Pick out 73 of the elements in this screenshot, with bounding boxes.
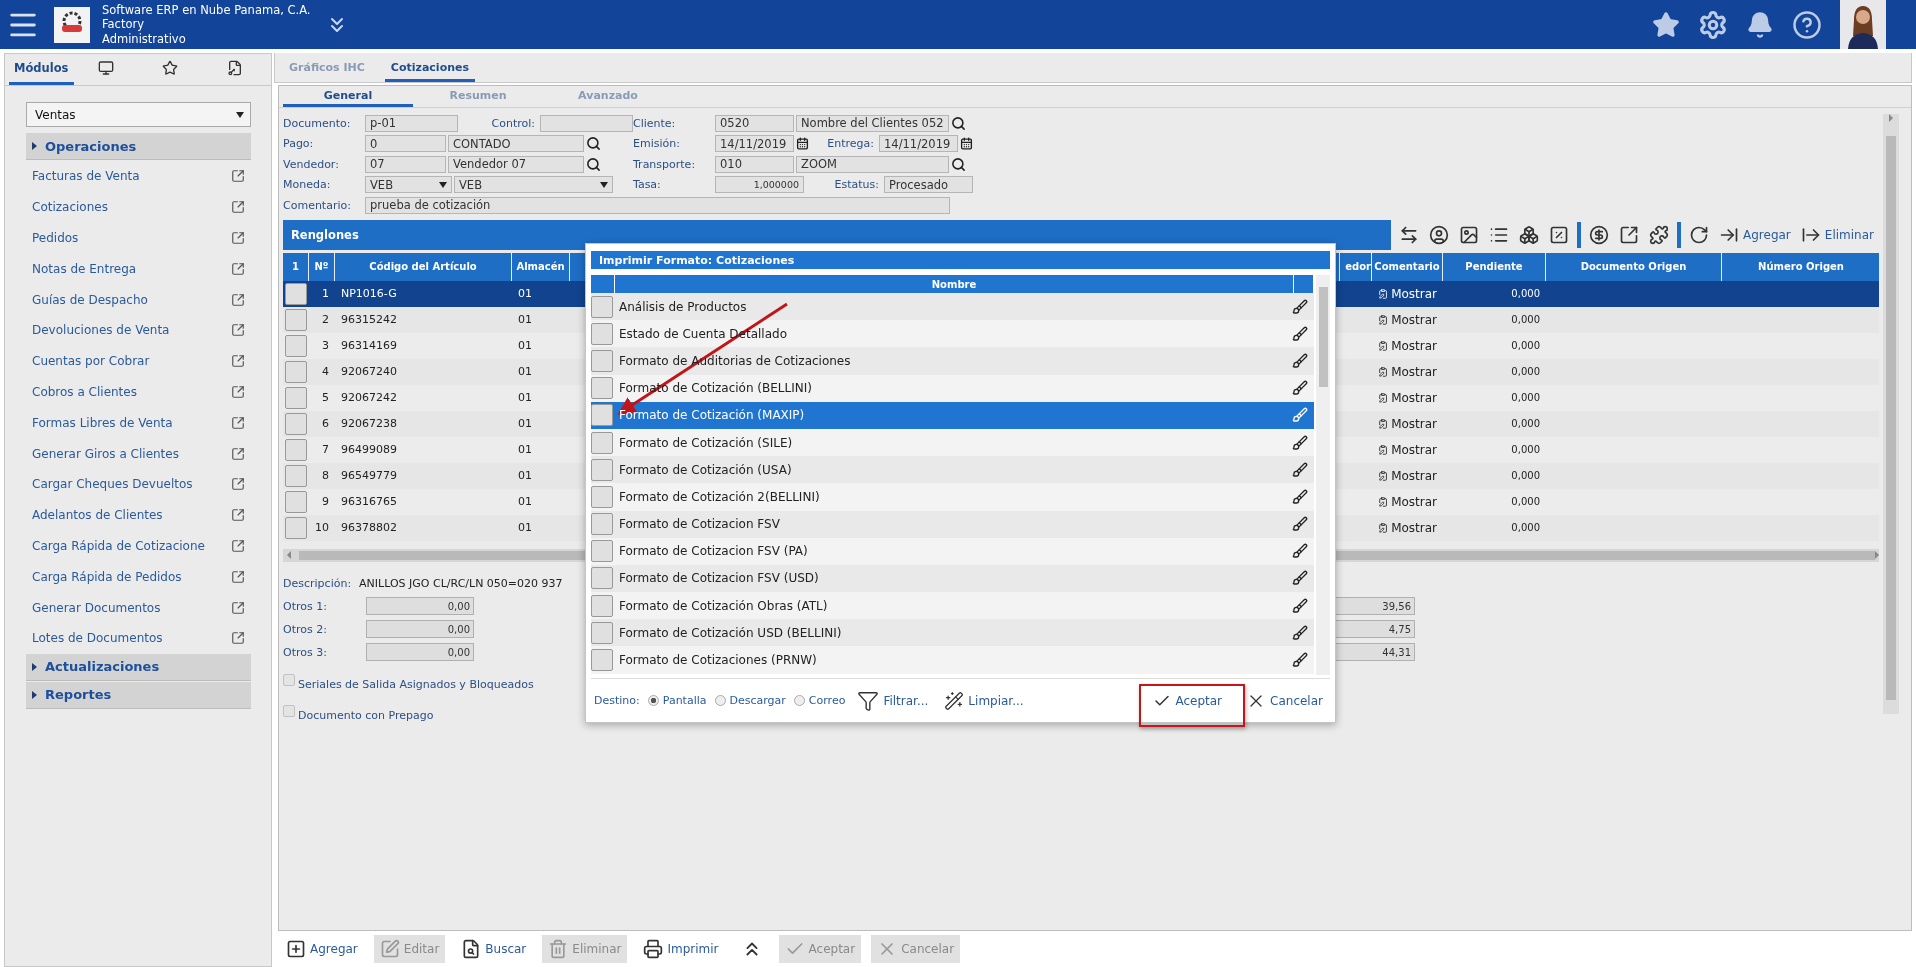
checkbox-label: Documento con Prepago: [298, 708, 434, 722]
table-cell: 0,000: [1511, 444, 1540, 455]
table-cell: 0,000: [1511, 496, 1540, 507]
column-header: Pendiente: [1443, 252, 1546, 281]
table-cell: 01: [518, 443, 532, 456]
field-label: Vendedor:: [283, 157, 340, 171]
field-label: Tasa:: [633, 178, 662, 192]
table-cell: 01: [518, 313, 532, 326]
column-header: edor: [1340, 252, 1372, 281]
table-cell: NP1016-G: [341, 287, 397, 300]
table-cell: 01: [518, 495, 532, 508]
table-cell: 96314169: [341, 339, 397, 352]
field-label: Otros 1:: [283, 599, 328, 613]
column-header: Almacén: [512, 252, 570, 281]
column-header: Número Origen: [1722, 252, 1881, 281]
table-cell: 10: [315, 521, 329, 534]
table-cell: 0,000: [1511, 366, 1540, 377]
company-name: Software ERP en Nube Panama, C.A.: [102, 2, 311, 18]
site-name: Factory: [102, 17, 145, 32]
table-cell: 96499089: [341, 443, 397, 456]
table-cell: 96549779: [341, 469, 397, 482]
user-role: Administrativo: [102, 31, 187, 47]
table-cell: 8: [322, 469, 329, 482]
table-cell: 01: [518, 339, 532, 352]
field-label: Cliente:: [633, 116, 677, 130]
table-cell: 01: [518, 365, 532, 378]
column-header: Nº: [309, 252, 335, 281]
field-label: Emisión:: [633, 137, 681, 151]
column-header: Documento Origen: [1546, 252, 1722, 281]
table-cell: 01: [518, 391, 532, 404]
table-cell: 01: [518, 287, 532, 300]
description-text: ANILLOS JGO CL/RC/LN 050=020 937: [359, 576, 563, 590]
field-label: Transporte:: [633, 157, 697, 171]
field-label: Estatus:: [833, 178, 880, 192]
table-cell: 7: [322, 443, 329, 456]
field-label: Documento:: [283, 116, 352, 130]
table-cell: 2: [322, 313, 329, 326]
table-cell: 96378802: [341, 521, 397, 534]
table-cell: 5: [322, 391, 329, 404]
table-cell: 01: [518, 417, 532, 430]
table-cell: 3: [322, 339, 329, 352]
table-cell: 6: [322, 417, 329, 430]
table-cell: 0,000: [1511, 418, 1540, 429]
field-label: Descripción:: [283, 576, 352, 590]
table-cell: 0,000: [1511, 288, 1540, 299]
table-cell: 0,000: [1511, 340, 1540, 351]
field-label: Entrega:: [826, 137, 875, 151]
checkbox-label: Seriales de Salida Asignados y Bloqueados: [298, 677, 534, 691]
table-cell: 96316765: [341, 495, 397, 508]
field-label: Comentario:: [283, 198, 352, 212]
table-cell: 4: [322, 365, 329, 378]
table-cell: 1: [322, 287, 329, 300]
field-label: Otros 2:: [283, 622, 328, 636]
column-header: Código del Artículo: [335, 252, 512, 281]
table-cell: 96315242: [341, 313, 397, 326]
table-cell: 0,000: [1511, 392, 1540, 403]
table-cell: 0,000: [1511, 470, 1540, 481]
column-header: Comentario: [1372, 252, 1443, 281]
table-cell: 92067240: [341, 365, 397, 378]
table-cell: 92067238: [341, 417, 397, 430]
field-label: Moneda:: [283, 178, 332, 192]
table-cell: 92067242: [341, 391, 397, 404]
column-header: 1: [283, 252, 309, 281]
field-label: Pago:: [283, 137, 315, 151]
table-cell: 01: [518, 521, 532, 534]
field-label: Otros 3:: [283, 645, 328, 659]
table-cell: 01: [518, 469, 532, 482]
dialog-title: Imprimir Formato: Cotizaciones: [591, 251, 1330, 269]
table-cell: 9: [322, 495, 329, 508]
table-cell: 0,000: [1511, 522, 1540, 533]
field-label: Destino:: [594, 694, 640, 707]
table-cell: 0,000: [1511, 314, 1540, 325]
field-label: Control:: [490, 116, 536, 130]
